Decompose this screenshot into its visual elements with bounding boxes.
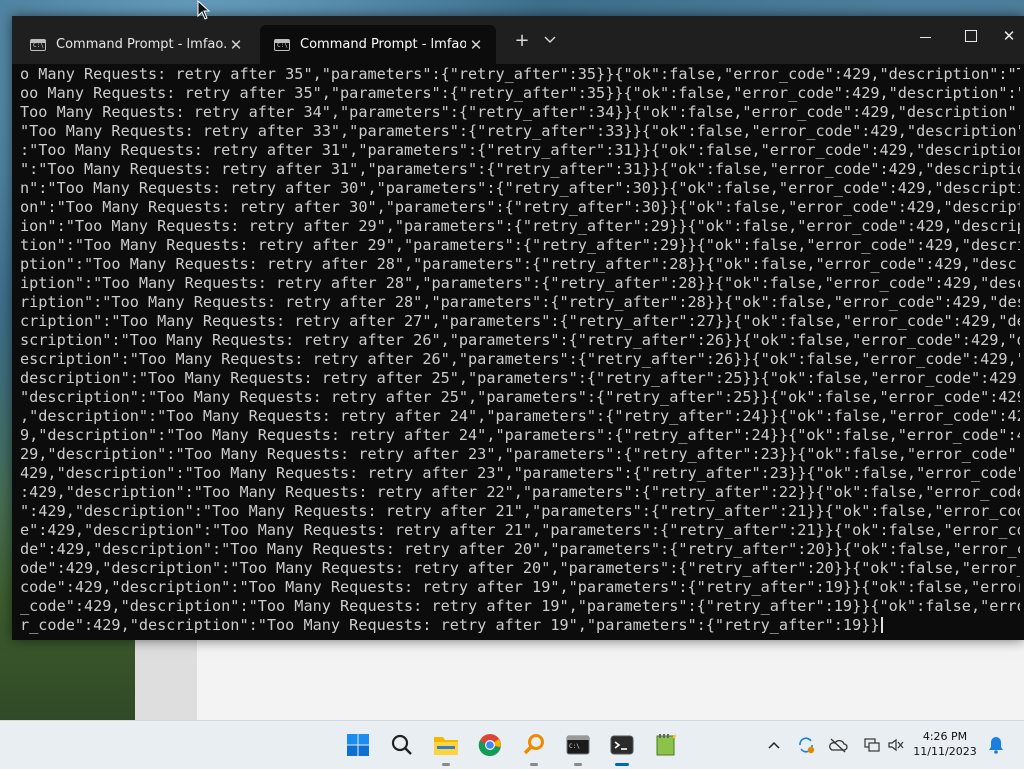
onedrive-button[interactable] [828, 735, 848, 755]
title-bar[interactable]: C:\ Command Prompt - lmfao.bat ✕ C:\ Com… [12, 16, 1024, 64]
tab-title: Command Prompt - lmfao2.bat [300, 37, 466, 52]
chrome-button[interactable] [474, 729, 506, 761]
search-icon [391, 734, 412, 755]
console-line: ription":"Too Many Requests: retry after… [20, 293, 1020, 311]
terminal-button[interactable] [606, 729, 638, 766]
console-line: ion":"Too Many Requests: retry after 29"… [20, 217, 1020, 235]
console-line: e":429,"description":"Too Many Requests:… [20, 521, 1020, 539]
console-line: 29,"description":"Too Many Requests: ret… [20, 445, 1020, 463]
background-window-sidebar [135, 640, 197, 720]
command-prompt-icon: C:\ [566, 735, 590, 755]
console-line: tion":"Too Many Requests: retry after 29… [20, 236, 1020, 254]
tab-lmfao2-bat[interactable]: C:\ Command Prompt - lmfao2.bat ✕ [260, 25, 496, 64]
new-tab-button[interactable]: + [508, 26, 536, 54]
console-line: iption":"Too Many Requests: retry after … [20, 274, 1020, 292]
tab-lmfao-bat[interactable]: C:\ Command Prompt - lmfao.bat ✕ [16, 25, 256, 64]
console-line: Too Many Requests: retry after 34","para… [20, 103, 1020, 121]
start-icon [347, 734, 369, 756]
chevron-down-icon [544, 36, 556, 43]
console-line: de":429,"description":"Too Many Requests… [20, 540, 1020, 558]
console-line: o Many Requests: retry after 35","parame… [20, 65, 1020, 83]
console-line: ode":429,"description":"Too Many Request… [20, 559, 1020, 577]
console-line: :429,"description":"Too Many Requests: r… [20, 483, 1020, 501]
console-line: ption":"Too Many Requests: retry after 2… [20, 255, 1017, 273]
console-line: ,"description":"Too Many Requests: retry… [20, 407, 1020, 425]
maximize-icon [965, 30, 977, 42]
console-line: description":"Too Many Requests: retry a… [20, 369, 1020, 387]
minimize-button[interactable] [902, 18, 948, 54]
command-prompt-tab-icon: C:\ [274, 38, 290, 51]
console-line: r_code":429,"description":"Too Many Requ… [20, 616, 1020, 635]
chrome-icon [478, 734, 501, 757]
console-line: 9,"description":"Too Many Requests: retr… [20, 426, 1020, 444]
console-line: "Too Many Requests: retry after 33","par… [20, 122, 1020, 140]
clock-time: 4:26 PM [922, 730, 968, 743]
text-cursor [880, 617, 883, 633]
console-line: :"Too Many Requests: retry after 31","pa… [20, 141, 1020, 159]
terminal-icon [610, 735, 634, 755]
magnifier-app-icon [523, 734, 544, 755]
console-line: "description":"Too Many Requests: retry … [20, 388, 1020, 406]
volume-button[interactable] [886, 735, 906, 755]
console-line: code":429,"description":"Too Many Reques… [20, 578, 1020, 596]
close-window-button[interactable]: ✕ [994, 18, 1024, 54]
notification-bell-icon [989, 737, 1003, 754]
maximize-button[interactable] [948, 18, 994, 54]
search-everything-button[interactable] [518, 729, 550, 766]
start-button[interactable] [342, 729, 374, 761]
console-line: on":"Too Many Requests: retry after 30",… [20, 198, 1020, 216]
tab-dropdown-button[interactable] [536, 26, 564, 54]
network-button[interactable] [862, 735, 882, 755]
sync-icon [799, 737, 815, 754]
command-prompt-tab-icon: C:\ [30, 38, 46, 51]
file-explorer-button[interactable] [430, 729, 462, 766]
console-output[interactable]: o Many Requests: retry after 35","parame… [20, 65, 1020, 637]
console-line: oo Many Requests: retry after 35","param… [20, 84, 1020, 102]
show-hidden-icons-button[interactable] [764, 735, 784, 755]
language-icon [864, 738, 880, 752]
notifications-button[interactable] [986, 735, 1006, 755]
clock-date: 11/11/2023 [913, 745, 977, 758]
mouse-cursor-icon [197, 0, 211, 20]
console-line: scription":"Too Many Requests: retry aft… [20, 331, 1020, 349]
svg-text:C:\: C:\ [569, 743, 580, 750]
console-line: n":"Too Many Requests: retry after 30","… [20, 179, 1020, 197]
taskbar: C:\ 4:26 PM 11/11/2023 [0, 720, 1024, 769]
volume-mute-icon [888, 738, 904, 752]
console-line: escription":"Too Many Requests: retry af… [20, 350, 1020, 368]
search-button[interactable] [386, 729, 418, 761]
console-line: cription":"Too Many Requests: retry afte… [20, 312, 1020, 330]
sync-status-button[interactable] [796, 735, 816, 755]
console-line: ":429,"description":"Too Many Requests: … [20, 502, 1020, 520]
notepad-plus-plus-icon [656, 734, 676, 756]
console-line: ":"Too Many Requests: retry after 31","p… [20, 160, 1020, 178]
taskbar-clock[interactable]: 4:26 PM 11/11/2023 [912, 729, 978, 759]
command-prompt-button[interactable]: C:\ [562, 729, 594, 766]
notepad-plus-plus-button[interactable] [650, 729, 682, 761]
console-line: _code":429,"description":"Too Many Reque… [20, 597, 1020, 615]
tab-close-button[interactable]: ✕ [226, 36, 246, 54]
minimize-icon [919, 36, 931, 38]
terminal-window[interactable]: C:\ Command Prompt - lmfao.bat ✕ C:\ Com… [12, 16, 1024, 640]
console-line: 429,"description":"Too Many Requests: re… [20, 464, 1020, 482]
background-window[interactable] [135, 640, 1024, 720]
chevron-up-icon [768, 741, 780, 749]
tab-title: Command Prompt - lmfao.bat [56, 37, 226, 52]
file-explorer-icon [434, 737, 458, 755]
tab-close-button[interactable]: ✕ [466, 36, 486, 54]
network-off-icon [829, 738, 848, 753]
